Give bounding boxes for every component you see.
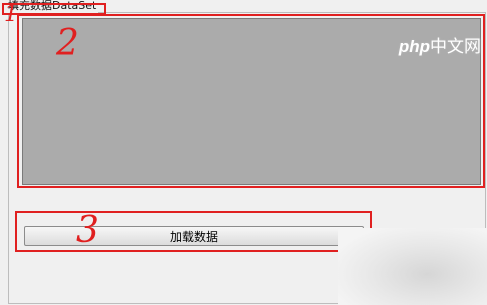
watermark-brand: php [398,37,430,56]
group-box-title: 填充数据DataSet [6,0,99,13]
watermark-blur [338,228,487,305]
load-data-button[interactable]: 加载数据 [24,226,364,246]
watermark: php中文网 [399,32,481,57]
watermark-site: 中文网 [430,37,481,56]
